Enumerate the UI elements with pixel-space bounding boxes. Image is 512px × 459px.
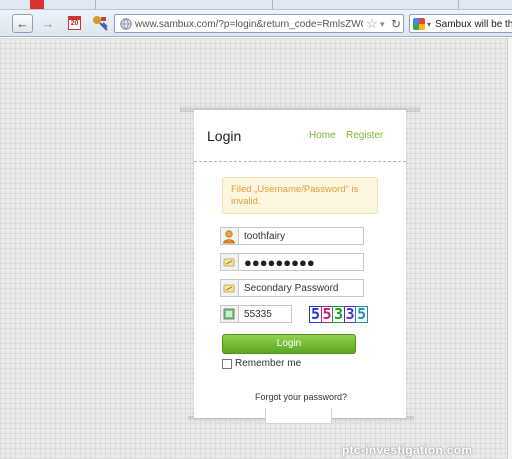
captcha-icon bbox=[220, 305, 238, 323]
page-title: Login bbox=[207, 128, 242, 144]
globe-icon bbox=[120, 18, 132, 30]
secondary-password-input[interactable] bbox=[238, 279, 364, 297]
password-field bbox=[220, 253, 364, 271]
browser-tab-strip bbox=[0, 0, 512, 10]
error-text: Filed „Username/Password“ is invalid. bbox=[231, 184, 359, 207]
secondary-password-field bbox=[220, 279, 364, 297]
login-button[interactable]: Login bbox=[222, 334, 356, 354]
address-bar[interactable]: www.sambux.com/?p=login&return_code=Rmls… bbox=[114, 14, 404, 33]
header-divider bbox=[194, 161, 406, 162]
browser-toolbar: ← → 20 www.sambux.com/?p=login&return_co… bbox=[0, 10, 512, 37]
calendar-addon-icon[interactable]: 20 bbox=[68, 16, 81, 30]
nav-register-link[interactable]: Register bbox=[346, 129, 383, 143]
password-input[interactable] bbox=[238, 253, 364, 271]
calendar-day: 20 bbox=[70, 20, 79, 27]
back-button[interactable]: ← bbox=[12, 14, 33, 33]
reload-icon[interactable]: ↻ bbox=[391, 16, 401, 32]
forward-button[interactable]: → bbox=[40, 15, 56, 32]
user-icon bbox=[220, 227, 238, 245]
url-text[interactable]: www.sambux.com/?p=login&return_code=Rmls… bbox=[135, 18, 363, 31]
browser-tab[interactable] bbox=[272, 0, 302, 9]
username-field bbox=[220, 227, 364, 245]
browser-tab[interactable] bbox=[95, 0, 125, 9]
nav-home-link[interactable]: Home bbox=[309, 129, 336, 143]
search-bar[interactable]: ▾ Sambux will be the bbox=[409, 14, 512, 33]
scrollbar[interactable] bbox=[507, 38, 512, 459]
login-card: Login Home Register Filed „Username/Pass… bbox=[194, 110, 406, 418]
browser-tab[interactable] bbox=[458, 0, 488, 9]
puzzle-addon-icon[interactable] bbox=[92, 15, 108, 31]
forgot-password-link[interactable]: Forgot your password? bbox=[255, 391, 347, 403]
card-bottom-tab bbox=[265, 408, 332, 424]
key-icon bbox=[220, 253, 238, 271]
captcha-input[interactable] bbox=[238, 305, 292, 323]
search-engine-dropdown-icon[interactable]: ▾ bbox=[427, 17, 431, 32]
remember-me-checkbox[interactable] bbox=[222, 359, 232, 369]
url-dropdown-icon[interactable]: ▾ bbox=[380, 17, 385, 32]
bookmark-star-icon[interactable]: ☆ bbox=[366, 16, 378, 32]
username-input[interactable] bbox=[238, 227, 364, 245]
watermark: ptc-investigation.com bbox=[342, 443, 473, 457]
remember-me-label[interactable]: Remember me bbox=[235, 358, 301, 370]
captcha-field bbox=[220, 305, 292, 323]
forward-arrow-icon: → bbox=[41, 16, 55, 31]
google-search-engine-icon[interactable] bbox=[413, 18, 425, 30]
browser-tab-pinned[interactable] bbox=[30, 0, 44, 9]
captcha-image: 55335 bbox=[309, 304, 373, 324]
search-input[interactable]: Sambux will be the bbox=[435, 18, 512, 31]
key-icon bbox=[220, 279, 238, 297]
back-arrow-icon: ← bbox=[16, 16, 29, 31]
error-message: Filed „Username/Password“ is invalid. bbox=[222, 177, 378, 214]
captcha-char: 5 bbox=[355, 305, 368, 323]
login-header: Login Home Register bbox=[194, 110, 406, 161]
